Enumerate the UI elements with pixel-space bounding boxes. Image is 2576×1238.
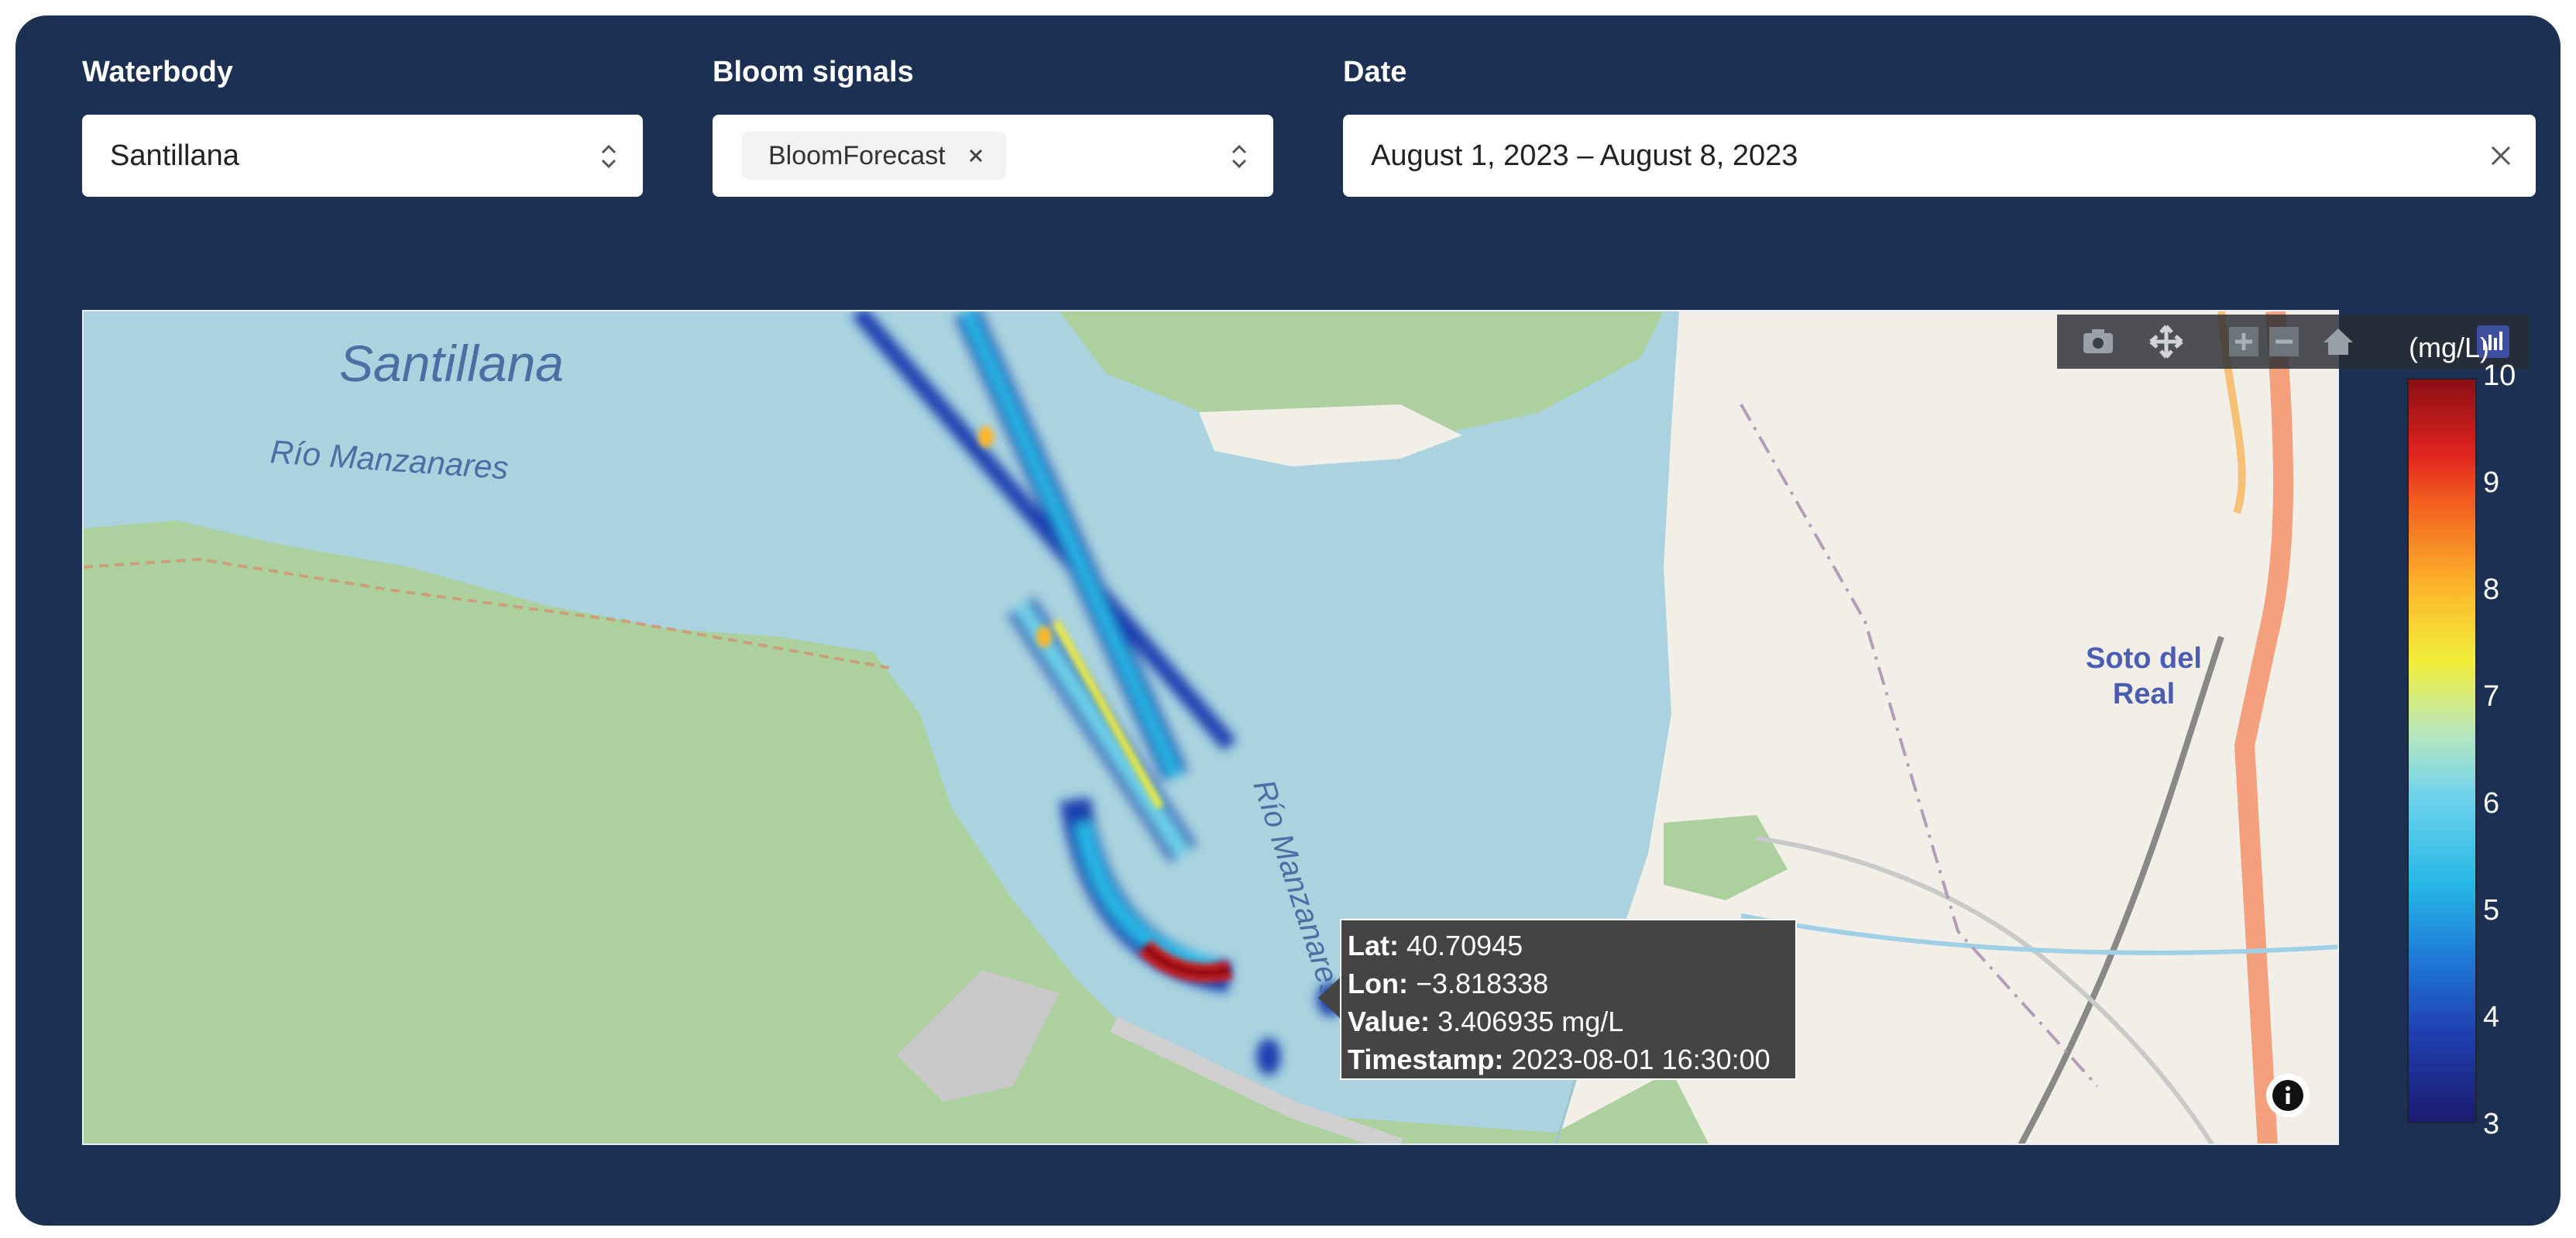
hover-tooltip: Lat: 40.70945 Lon: −3.818338 Value: 3.40… xyxy=(1340,919,1797,1080)
tooltip-lon-row: Lon: −3.818338 xyxy=(1348,968,1549,999)
select-chevrons-icon xyxy=(601,144,617,169)
tooltip-timestamp-row: Timestamp: 2023-08-01 16:30:00 xyxy=(1348,1044,1771,1075)
colorbar-tick: 6 xyxy=(2483,787,2500,820)
bloom-map[interactable]: Santillana Río Manzanares Río Manzanares… xyxy=(82,310,2339,1145)
waterbody-value: Santillana xyxy=(110,139,239,172)
town-label-line2: Real xyxy=(2113,678,2175,710)
waterbody-label: Waterbody xyxy=(82,56,233,88)
colorbar-tick: 4 xyxy=(2483,1001,2500,1033)
river-label-center: Río Manzanares xyxy=(1246,775,1349,1002)
home-icon[interactable] xyxy=(2320,324,2356,359)
clear-date-icon[interactable] xyxy=(2489,144,2512,167)
reservoir-label: Santillana xyxy=(339,335,564,392)
colorbar-unit: (mg/L) xyxy=(2409,332,2490,363)
river-label-west: Río Manzanares xyxy=(269,433,510,486)
pan-icon[interactable] xyxy=(2148,324,2184,359)
date-label: Date xyxy=(1343,56,1407,88)
remove-chip-icon[interactable] xyxy=(966,146,986,166)
colorbar xyxy=(2407,378,2477,1123)
town-label-line1: Soto del xyxy=(2086,642,2202,675)
info-icon xyxy=(2272,1080,2303,1111)
camera-icon[interactable] xyxy=(2080,324,2116,359)
colorbar-tick: 8 xyxy=(2483,573,2500,606)
date-range-value: August 1, 2023 – August 8, 2023 xyxy=(1371,139,1798,172)
tooltip-arrow xyxy=(1318,978,1340,1018)
bloom-signals-select[interactable]: BloomForecast xyxy=(713,115,1273,197)
colorbar-tick: 9 xyxy=(2483,466,2500,499)
zoom-out-icon[interactable] xyxy=(2266,324,2302,359)
date-range-input[interactable]: August 1, 2023 – August 8, 2023 xyxy=(1343,115,2536,197)
tooltip-lat-row: Lat: 40.70945 xyxy=(1348,930,1523,961)
chip-label: BloomForecast xyxy=(768,140,946,170)
colorbar-tick: 3 xyxy=(2483,1108,2500,1140)
colorbar-tick: 5 xyxy=(2483,894,2500,927)
zoom-in-icon[interactable] xyxy=(2226,324,2262,359)
waterbody-select[interactable]: Santillana xyxy=(82,115,643,197)
map-basemap: Santillana Río Manzanares Río Manzanares… xyxy=(84,311,2337,1143)
select-chevrons-icon xyxy=(1231,144,1247,169)
bloom-signal-chip: BloomForecast xyxy=(742,132,1006,180)
colorbar-tick: 10 xyxy=(2483,359,2516,392)
tooltip-value-row: Value: 3.406935 mg/L xyxy=(1348,1006,1624,1037)
attribution-info-button[interactable] xyxy=(2266,1074,2310,1117)
colorbar-tick: 7 xyxy=(2483,680,2500,713)
bloom-signals-label: Bloom signals xyxy=(713,56,914,88)
